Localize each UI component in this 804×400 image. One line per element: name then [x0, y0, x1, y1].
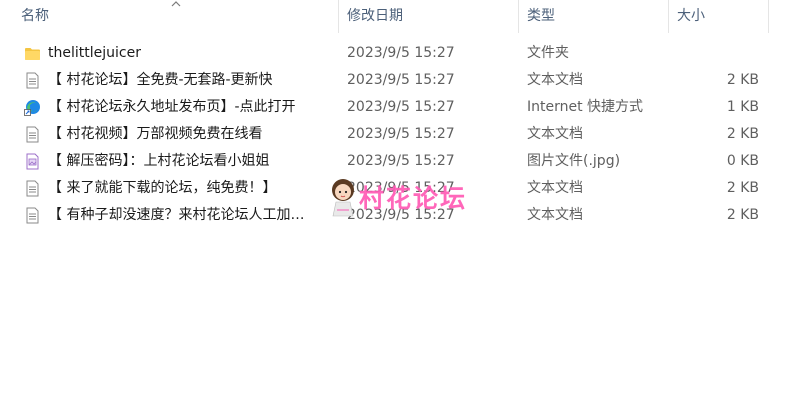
file-type: 文本文档 [527, 180, 583, 196]
text-file-icon [26, 126, 39, 143]
file-type: 文本文档 [527, 72, 583, 88]
file-row[interactable]: 【 村花论坛永久地址发布页】-点此打开 2023/9/5 15:27 Inter… [0, 94, 804, 121]
column-date-label: 修改日期 [347, 8, 403, 24]
file-type: 文本文档 [527, 207, 583, 223]
file-type: 文本文档 [527, 126, 583, 142]
edge-shortcut-icon [24, 100, 40, 116]
file-size: 2 KB [726, 207, 759, 223]
column-header: 名称 修改日期 类型 大小 [0, 0, 804, 33]
file-type: 图片文件(.jpg) [527, 153, 621, 169]
file-date: 2023/9/5 15:27 [347, 72, 455, 88]
column-size[interactable]: 大小 [669, 0, 769, 33]
file-name: 【 村花视频】万部视频免费在线看 [48, 126, 263, 142]
file-size: 2 KB [726, 72, 759, 88]
file-row[interactable]: 【 解压密码】：上村花论坛看小姐姐 2023/9/5 15:27 图片文件(.j… [0, 148, 804, 175]
file-row[interactable]: 【 村花视频】万部视频免费在线看 2023/9/5 15:27 文本文档 2 K… [0, 121, 804, 148]
file-date: 2023/9/5 15:27 [347, 126, 455, 142]
file-size: 0 KB [726, 153, 759, 169]
file-size: 2 KB [726, 126, 759, 142]
column-name-label: 名称 [21, 8, 49, 24]
file-name: 【 有种子却没速度？来村花论坛人工加… [48, 207, 305, 223]
file-date: 2023/9/5 15:27 [347, 153, 455, 169]
watermark: 村花论坛 [327, 176, 487, 224]
file-name: 【 村花论坛】全免费-无套路-更新快 [48, 72, 273, 88]
column-type-label: 类型 [527, 8, 555, 24]
file-size [680, 40, 759, 67]
file-row-folder[interactable]: thelittlejuicer 2023/9/5 15:27 文件夹 [0, 40, 804, 67]
file-name: 【 来了就能下载的论坛，纯免费！】 [48, 180, 277, 196]
text-file-icon [26, 180, 39, 197]
girl-avatar-icon [332, 179, 354, 217]
file-type: 文件夹 [527, 45, 569, 61]
file-name: 【 村花论坛永久地址发布页】-点此打开 [48, 99, 296, 115]
file-size: 1 KB [726, 99, 759, 115]
file-name: 【 解压密码】：上村花论坛看小姐姐 [48, 153, 270, 169]
text-file-icon [26, 207, 39, 224]
file-row[interactable]: 【 村花论坛】全免费-无套路-更新快 2023/9/5 15:27 文本文档 2… [0, 67, 804, 94]
file-type: Internet 快捷方式 [527, 99, 644, 115]
column-type[interactable]: 类型 [519, 0, 669, 33]
sort-ascending-icon [171, 1, 181, 7]
text-file-icon [26, 72, 39, 89]
file-name: thelittlejuicer [48, 45, 141, 61]
file-date: 2023/9/5 15:27 [347, 99, 455, 115]
folder-icon [25, 48, 40, 60]
column-date[interactable]: 修改日期 [339, 0, 519, 33]
column-size-label: 大小 [677, 8, 705, 24]
file-date: 2023/9/5 15:27 [347, 45, 455, 61]
image-file-icon [26, 153, 39, 170]
watermark-text: 村花论坛 [359, 184, 468, 213]
file-size: 2 KB [726, 180, 759, 196]
